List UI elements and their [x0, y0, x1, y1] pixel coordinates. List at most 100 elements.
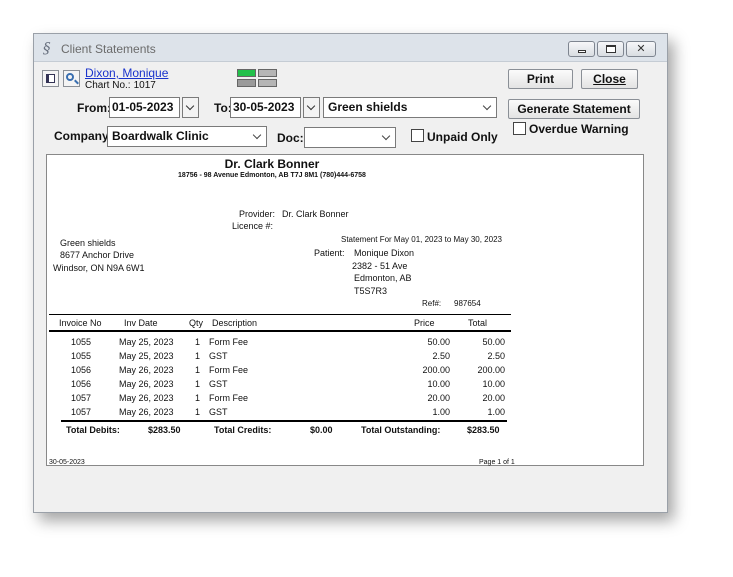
cell-invoice: 1056 — [71, 379, 92, 389]
cell-invoice: 1057 — [71, 407, 92, 417]
overdue-warning-label[interactable]: Overdue Warning — [529, 122, 629, 136]
to-date-dropdown[interactable] — [303, 97, 320, 118]
cell-description: GST — [209, 379, 228, 389]
patient-address-line: 2382 - 51 Ave — [352, 261, 408, 271]
provider-label: Provider: — [239, 209, 276, 219]
minimize-button[interactable] — [568, 41, 595, 57]
cell-price: 2.50 — [432, 351, 450, 361]
cell-price: 20.00 — [427, 393, 450, 403]
cell-invoice: 1055 — [71, 351, 92, 361]
cell-price: 200.00 — [422, 365, 450, 375]
table-header-rule — [49, 330, 511, 332]
cell-date: May 25, 2023 — [119, 337, 174, 347]
cell-price: 10.00 — [427, 379, 450, 389]
window-close-button[interactable]: ✕ — [626, 41, 656, 57]
to-date-field[interactable]: 30-05-2023 — [230, 97, 301, 118]
cell-description: GST — [209, 407, 228, 417]
report-clinic-address: 18756 - 98 Avenue Edmonton, AB T7J 8M1 (… — [178, 172, 366, 179]
chart-number-label: Chart No.: — [85, 80, 131, 91]
patient-name-link[interactable]: Dixon, Monique — [85, 66, 168, 80]
payer-select-value: Green shields — [328, 100, 408, 114]
status-light-gray — [237, 79, 256, 87]
cell-qty: 1 — [195, 351, 201, 361]
title-bar[interactable]: § Client Statements ✕ — [34, 34, 667, 62]
cell-total: 1.00 — [487, 407, 505, 417]
total-credits-value: $0.00 — [310, 425, 333, 435]
app-logo-icon: § — [43, 39, 51, 57]
from-date-dropdown[interactable] — [182, 97, 199, 118]
chevron-down-icon — [252, 130, 262, 140]
maximize-button[interactable] — [597, 41, 624, 57]
patient-search-button[interactable] — [63, 70, 80, 87]
minimize-icon — [578, 50, 586, 53]
chevron-down-icon — [482, 101, 492, 111]
doc-select[interactable] — [304, 127, 396, 148]
generate-statement-button[interactable]: Generate Statement — [508, 99, 640, 119]
print-button[interactable]: Print — [508, 69, 573, 89]
status-light-gray — [258, 79, 277, 87]
cell-invoice: 1056 — [71, 365, 92, 375]
cell-qty: 1 — [195, 393, 201, 403]
magnifier-icon — [66, 73, 74, 81]
cell-qty: 1 — [195, 379, 201, 389]
cell-date: May 26, 2023 — [119, 379, 174, 389]
unpaid-only-checkbox[interactable] — [411, 129, 424, 142]
total-debits-value: $283.50 — [148, 425, 181, 435]
cell-description: GST — [209, 351, 228, 361]
footer-date: 30-05-2023 — [49, 459, 85, 466]
ref-value: 987654 — [454, 299, 481, 308]
footer-page: Page 1 of 1 — [479, 459, 515, 466]
cell-description: Form Fee — [209, 393, 249, 403]
company-select-value: Boardwalk Clinic — [112, 129, 209, 143]
payer-select[interactable]: Green shields — [323, 97, 497, 118]
cell-total: 10.00 — [482, 379, 505, 389]
cell-date: May 26, 2023 — [119, 365, 174, 375]
cell-total: 20.00 — [482, 393, 505, 403]
from-date-field[interactable]: 01-05-2023 — [109, 97, 180, 118]
status-light-green — [237, 69, 256, 77]
client-statements-window: § Client Statements ✕ Dixon, Monique Cha… — [33, 33, 668, 513]
table-top-rule — [49, 314, 511, 315]
cell-price: 50.00 — [427, 337, 450, 347]
chart-number: Chart No.: 1017 — [85, 80, 156, 91]
company-select[interactable]: Boardwalk Clinic — [107, 126, 267, 147]
cell-date: May 25, 2023 — [119, 351, 174, 361]
close-icon: ✕ — [636, 43, 646, 55]
statement-period: Statement For May 01, 2023 to May 30, 20… — [341, 235, 502, 244]
cell-qty: 1 — [195, 337, 201, 347]
from-label: From: — [77, 101, 111, 115]
cell-invoice: 1057 — [71, 393, 92, 403]
panel-icon — [46, 74, 55, 83]
company-label: Company: — [54, 129, 113, 143]
doc-label: Doc: — [277, 131, 304, 145]
licence-label: Licence #: — [232, 221, 274, 231]
close-button[interactable]: Close — [581, 69, 638, 89]
total-credits-label: Total Credits: — [214, 425, 272, 435]
maximize-icon — [606, 45, 616, 53]
overdue-warning-checkbox[interactable] — [513, 122, 526, 135]
ref-label: Ref#: — [422, 299, 442, 308]
cell-price: 1.00 — [432, 407, 450, 417]
column-header: Price — [414, 318, 435, 328]
total-debits-label: Total Debits: — [66, 425, 120, 435]
cell-total: 2.50 — [487, 351, 505, 361]
patient-panel-button[interactable] — [42, 70, 59, 87]
cell-qty: 1 — [195, 407, 201, 417]
status-light-gray — [258, 69, 277, 77]
totals-rule — [61, 420, 507, 422]
unpaid-only-label[interactable]: Unpaid Only — [427, 130, 498, 144]
cell-qty: 1 — [195, 365, 201, 375]
payer-line: Green shields — [60, 238, 116, 248]
provider-value: Dr. Clark Bonner — [282, 209, 349, 219]
chart-number-value: 1017 — [133, 80, 156, 91]
window-title: Client Statements — [61, 42, 156, 56]
cell-date: May 26, 2023 — [119, 393, 174, 403]
patient-address-line: Edmonton, AB — [354, 273, 412, 283]
patient-address-line: T5S7R3 — [354, 286, 388, 296]
cell-invoice: 1055 — [71, 337, 92, 347]
column-header: Qty — [189, 318, 204, 328]
column-header: Total — [468, 318, 488, 328]
payer-line: Windsor, ON N9A 6W1 — [53, 263, 145, 273]
patient-address-line: Monique Dixon — [354, 248, 415, 258]
statement-preview[interactable]: Dr. Clark Bonner 18756 - 98 Avenue Edmon… — [46, 154, 644, 466]
